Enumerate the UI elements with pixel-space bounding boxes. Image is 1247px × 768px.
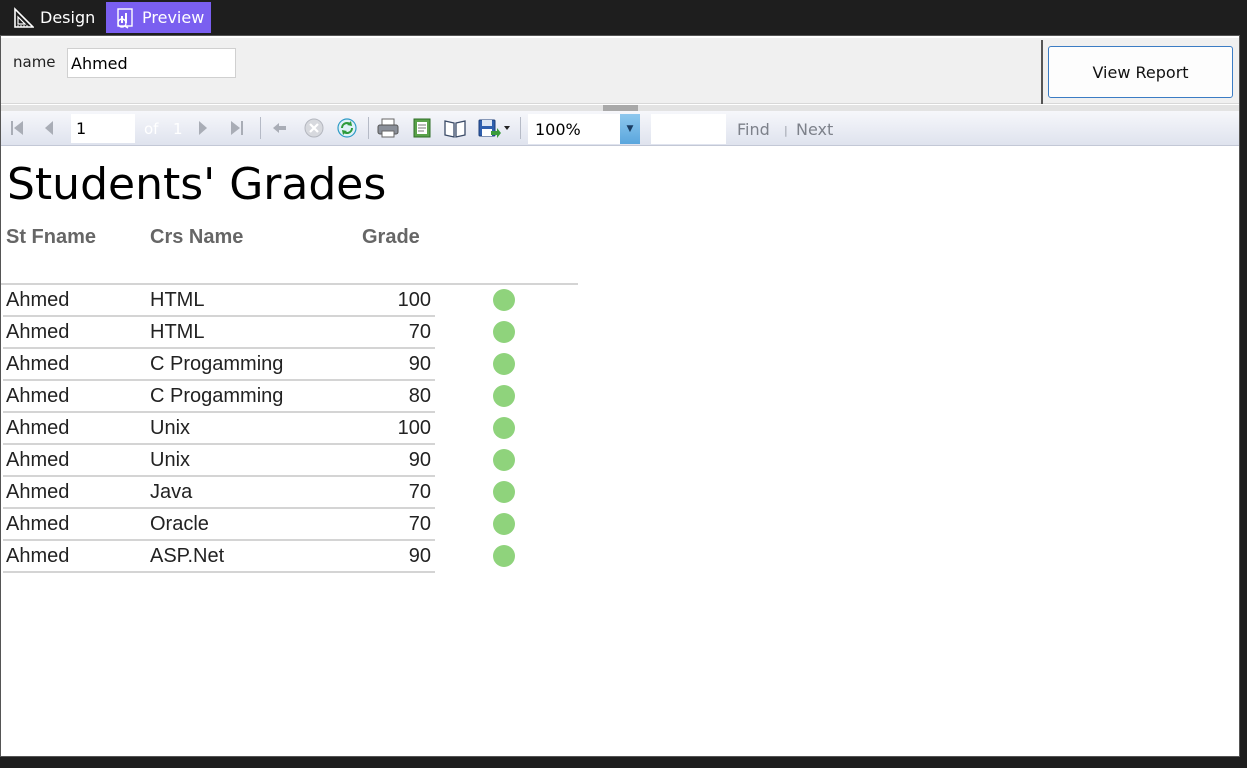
cell-fname: Ahmed bbox=[6, 385, 70, 407]
grade-indicator-icon bbox=[493, 289, 515, 311]
grade-indicator-icon bbox=[493, 353, 515, 375]
print-icon[interactable] bbox=[374, 115, 402, 141]
cell-grade: 90 bbox=[408, 545, 431, 567]
chevron-down-icon[interactable]: ▼ bbox=[620, 114, 640, 144]
cell-course: HTML bbox=[150, 289, 205, 311]
cell-grade: 90 bbox=[408, 449, 431, 471]
grade-indicator-icon bbox=[493, 385, 515, 407]
zoom-select[interactable]: 100% ▼ bbox=[528, 114, 640, 144]
cell-grade: 100 bbox=[397, 289, 431, 311]
page-setup-icon[interactable] bbox=[441, 115, 469, 141]
bottom-border bbox=[0, 757, 1247, 768]
cell-grade: 70 bbox=[408, 481, 431, 503]
total-pages-label: 1 bbox=[173, 120, 183, 138]
view-tab-bar: Design Preview bbox=[0, 0, 1247, 35]
grade-indicator-icon bbox=[493, 417, 515, 439]
cell-grade: 100 bbox=[397, 417, 431, 439]
print-layout-icon[interactable] bbox=[408, 115, 436, 141]
table-row: Ahmed HTML 70 bbox=[3, 317, 435, 349]
find-next-separator: | bbox=[784, 124, 788, 137]
report-viewer: name View Report of 1 bbox=[0, 35, 1240, 757]
name-parameter-label: name bbox=[13, 53, 56, 71]
grade-indicator-icon bbox=[493, 449, 515, 471]
report-preview-icon bbox=[112, 6, 138, 30]
cell-course: ASP.Net bbox=[150, 545, 225, 567]
cell-grade: 70 bbox=[408, 321, 431, 343]
table-row: Ahmed Java 70 bbox=[3, 477, 435, 509]
parameter-panel: name View Report bbox=[1, 38, 1239, 104]
cell-course: C Progamming bbox=[150, 385, 284, 407]
current-page-input[interactable] bbox=[71, 114, 135, 143]
tab-design[interactable]: Design bbox=[4, 2, 104, 33]
zoom-value: 100% bbox=[535, 120, 581, 139]
cell-grade: 70 bbox=[408, 513, 431, 535]
cell-course: C Progamming bbox=[150, 353, 284, 375]
cell-course: Java bbox=[150, 481, 193, 503]
parameter-divider bbox=[1041, 40, 1043, 104]
table-row: Ahmed Unix 100 bbox=[3, 413, 435, 445]
table-row: Ahmed C Progamming 90 bbox=[3, 349, 435, 381]
tab-preview-label: Preview bbox=[142, 8, 205, 27]
cell-fname: Ahmed bbox=[6, 513, 70, 535]
cell-fname: Ahmed bbox=[6, 449, 70, 471]
grade-indicator-icon bbox=[493, 321, 515, 343]
next-page-icon[interactable] bbox=[191, 115, 215, 141]
table-row: Ahmed Unix 90 bbox=[3, 445, 435, 477]
cell-fname: Ahmed bbox=[6, 481, 70, 503]
page-of-label: of bbox=[144, 120, 159, 138]
cell-fname: Ahmed bbox=[6, 417, 70, 439]
cell-course: Unix bbox=[150, 417, 191, 439]
grade-indicator-icon bbox=[493, 545, 515, 567]
cell-fname: Ahmed bbox=[6, 321, 70, 343]
grade-indicator-icon bbox=[493, 481, 515, 503]
last-page-icon[interactable] bbox=[225, 115, 249, 141]
table-row: Ahmed Oracle 70 bbox=[3, 509, 435, 541]
stop-icon[interactable] bbox=[301, 115, 327, 141]
toolbar-separator bbox=[520, 117, 521, 139]
first-page-icon[interactable] bbox=[5, 115, 29, 141]
cell-fname: Ahmed bbox=[6, 353, 70, 375]
export-icon[interactable] bbox=[474, 115, 514, 141]
previous-page-icon[interactable] bbox=[37, 115, 61, 141]
find-next-button[interactable]: Next bbox=[796, 120, 833, 139]
ruler-triangle-icon bbox=[10, 6, 36, 30]
table-row: Ahmed ASP.Net 90 bbox=[3, 541, 435, 573]
cell-course: HTML bbox=[150, 321, 205, 343]
grade-indicator-icon bbox=[493, 513, 515, 535]
column-header-course: Crs Name bbox=[150, 226, 244, 248]
cell-grade: 90 bbox=[408, 353, 431, 375]
cell-course: Unix bbox=[150, 449, 191, 471]
find-text-input[interactable] bbox=[651, 114, 726, 144]
toolbar-separator bbox=[368, 117, 369, 139]
cell-course: Oracle bbox=[150, 513, 209, 535]
column-header-grade: Grade bbox=[362, 226, 420, 248]
toolbar-separator bbox=[260, 117, 261, 139]
report-title: Students' Grades bbox=[7, 159, 387, 210]
table-row: Ahmed HTML 100 bbox=[3, 285, 435, 317]
cell-grade: 80 bbox=[408, 385, 431, 407]
name-parameter-input[interactable] bbox=[67, 48, 236, 78]
report-toolbar: of 1 100% ▼ bbox=[1, 111, 1239, 146]
column-header-fname: St Fname bbox=[6, 226, 97, 248]
cell-fname: Ahmed bbox=[6, 545, 70, 567]
view-report-button[interactable]: View Report bbox=[1048, 46, 1233, 98]
back-to-parent-icon[interactable] bbox=[267, 115, 291, 141]
table-row: Ahmed C Progamming 80 bbox=[3, 381, 435, 413]
cell-fname: Ahmed bbox=[6, 289, 70, 311]
tab-preview[interactable]: Preview bbox=[106, 2, 211, 33]
find-button[interactable]: Find bbox=[737, 120, 770, 139]
tab-design-label: Design bbox=[40, 8, 96, 27]
refresh-icon[interactable] bbox=[334, 115, 360, 141]
